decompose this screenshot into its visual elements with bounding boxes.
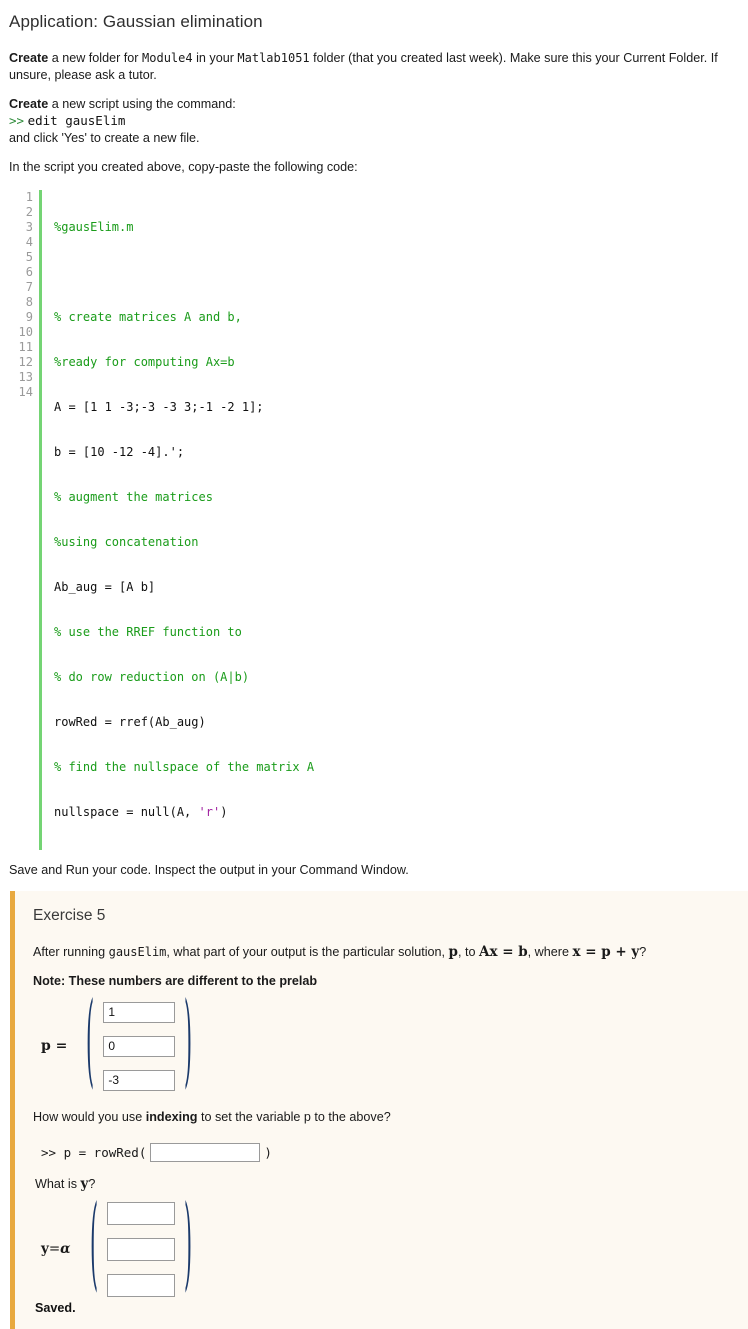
- line-number: 4: [25, 235, 33, 249]
- instruction-1-text-b: in your: [192, 51, 238, 65]
- code-line: %using concatenation: [54, 535, 199, 549]
- page-title: Application: Gaussian elimination: [9, 12, 263, 31]
- y-vector-input-2[interactable]: [106, 1237, 175, 1261]
- y-label-symbol: y: [41, 1241, 49, 1258]
- indexing-question-text-b: to set the variable p to the above?: [197, 1109, 391, 1124]
- whatis-text-a: What is: [35, 1176, 81, 1191]
- right-paren-icon: ): [184, 984, 193, 1103]
- whatis-y-question: What is y?: [35, 1176, 732, 1192]
- line-number: 9: [25, 310, 33, 324]
- line-number: 1: [25, 190, 33, 204]
- question-text-e: ?: [639, 945, 647, 959]
- code-line: % create matrices A and b,: [54, 310, 242, 324]
- math-equation-axb: Ax = b: [478, 944, 528, 960]
- question-text-c: , to: [457, 945, 479, 959]
- left-paren-icon: (: [86, 984, 95, 1103]
- code-line: % find the nullspace of the matrix A: [54, 760, 315, 774]
- question-text-b: , what part of your output is the partic…: [166, 945, 449, 959]
- instruction-2-after: and click 'Yes' to create a new file.: [9, 131, 200, 145]
- saved-status: Saved.: [35, 1300, 76, 1315]
- math-symbol-p: p: [448, 944, 458, 960]
- instruction-paragraph-4: Save and Run your code. Inspect the outp…: [9, 863, 409, 877]
- code-line-numbers: 1 2 3 4 5 6 7 8 9 10 11 12 13 14: [9, 190, 42, 850]
- edit-command: edit gausElim: [27, 113, 126, 128]
- line-number: 6: [25, 265, 33, 279]
- line-number: 13: [18, 370, 33, 384]
- indexing-keyword: indexing: [145, 1109, 198, 1124]
- y-vector-widget: y=α ( ): [41, 1187, 732, 1306]
- indexing-question-text-a: How would you use: [33, 1109, 146, 1124]
- line-number: 11: [18, 340, 33, 354]
- code-string-literal: 'r': [198, 805, 221, 819]
- indexing-close-paren: ): [264, 1144, 272, 1160]
- indexing-answer-row: >> p = rowRed( ): [41, 1142, 732, 1162]
- whatis-text-b: ?: [88, 1176, 96, 1191]
- p-vector-widget: p = ( ): [41, 993, 732, 1094]
- code-line: % augment the matrices: [54, 490, 213, 504]
- right-paren-icon: ): [183, 1187, 192, 1306]
- code-line: %gausElim.m: [54, 220, 134, 234]
- y-vector-label: y=α: [41, 1241, 71, 1257]
- line-number: 12: [18, 355, 33, 369]
- code-line: Ab_aug = [A b]: [54, 580, 156, 594]
- question-text-a: After running: [33, 945, 109, 959]
- instruction-paragraph-2: Create a new script using the command: >…: [9, 96, 740, 147]
- math-symbol-y: y: [80, 1175, 89, 1192]
- question-text-d: , where: [527, 945, 573, 959]
- code-content: %gausElim.m % create matrices A and b, %…: [42, 190, 314, 850]
- y-vector-cells: [106, 1201, 175, 1297]
- code-line: % use the RREF function to: [54, 625, 242, 639]
- code-line: nullspace = null(A, 'r'): [54, 805, 314, 820]
- script-name-gauselim: gausElim: [108, 945, 167, 959]
- instruction-paragraph-1: Create a new folder for Module4 in your …: [9, 50, 740, 84]
- code-line: A = [1 1 -3;-3 -3 3;-1 -2 1];: [54, 400, 264, 414]
- code-line-14-post: ): [220, 805, 228, 819]
- instruction-paragraph-3: In the script you created above, copy-pa…: [9, 160, 358, 174]
- code-block: 1 2 3 4 5 6 7 8 9 10 11 12 13 14 %gausEl…: [9, 188, 740, 852]
- y-vector-input-1[interactable]: [106, 1201, 175, 1225]
- p-vector-input-2[interactable]: [103, 1035, 176, 1057]
- line-number: 10: [18, 325, 33, 339]
- p-vector-input-1[interactable]: [103, 1001, 176, 1023]
- code-line-14-pre: nullspace = null(A,: [54, 805, 199, 819]
- code-line: rowRed = rref(Ab_aug): [54, 715, 206, 729]
- instruction-2-lead: Create: [9, 97, 49, 111]
- indexing-question: How would you use indexing to set the va…: [33, 1109, 732, 1127]
- left-paren-icon: (: [89, 1187, 98, 1306]
- code-line: %ready for computing Ax=b: [54, 355, 235, 369]
- y-label-equals: =: [48, 1241, 61, 1258]
- line-number: 8: [25, 295, 33, 309]
- line-number: 7: [25, 280, 33, 294]
- line-number: 5: [25, 250, 33, 264]
- folder-name-module4: Module4: [142, 51, 193, 65]
- line-number: 14: [18, 385, 33, 399]
- math-equation-xpy: x = p + y: [572, 944, 640, 960]
- instruction-1-lead: Create: [9, 51, 49, 65]
- instruction-1-text-a: a new folder for: [48, 51, 143, 65]
- exercise-note: Note: These numbers are different to the…: [33, 973, 318, 988]
- p-vector-label: p =: [41, 1038, 68, 1055]
- page-root: Application: Gaussian elimination Create…: [0, 0, 748, 1329]
- exercise-panel: Exercise 5 After running gausElim, what …: [10, 891, 748, 1329]
- code-line: % do row reduction on (A|b): [54, 670, 250, 684]
- line-number: 3: [25, 220, 33, 234]
- y-label-alpha: α: [60, 1241, 71, 1258]
- exercise-question: After running gausElim, what part of you…: [33, 943, 732, 962]
- p-vector-input-3[interactable]: [103, 1069, 176, 1091]
- folder-name-matlab1051: Matlab1051: [237, 51, 310, 65]
- code-line: b = [10 -12 -4].';: [54, 445, 185, 459]
- exercise-title: Exercise 5: [33, 907, 106, 924]
- y-vector-input-3[interactable]: [106, 1273, 175, 1297]
- indexing-prompt-label: >> p = rowRed(: [41, 1144, 147, 1160]
- p-vector-cells: [103, 1001, 176, 1091]
- line-number: 2: [25, 205, 33, 219]
- indexing-answer-input[interactable]: [150, 1142, 261, 1162]
- matlab-prompt-icon: >>: [9, 113, 25, 128]
- instruction-2-text: a new script using the command:: [48, 97, 236, 111]
